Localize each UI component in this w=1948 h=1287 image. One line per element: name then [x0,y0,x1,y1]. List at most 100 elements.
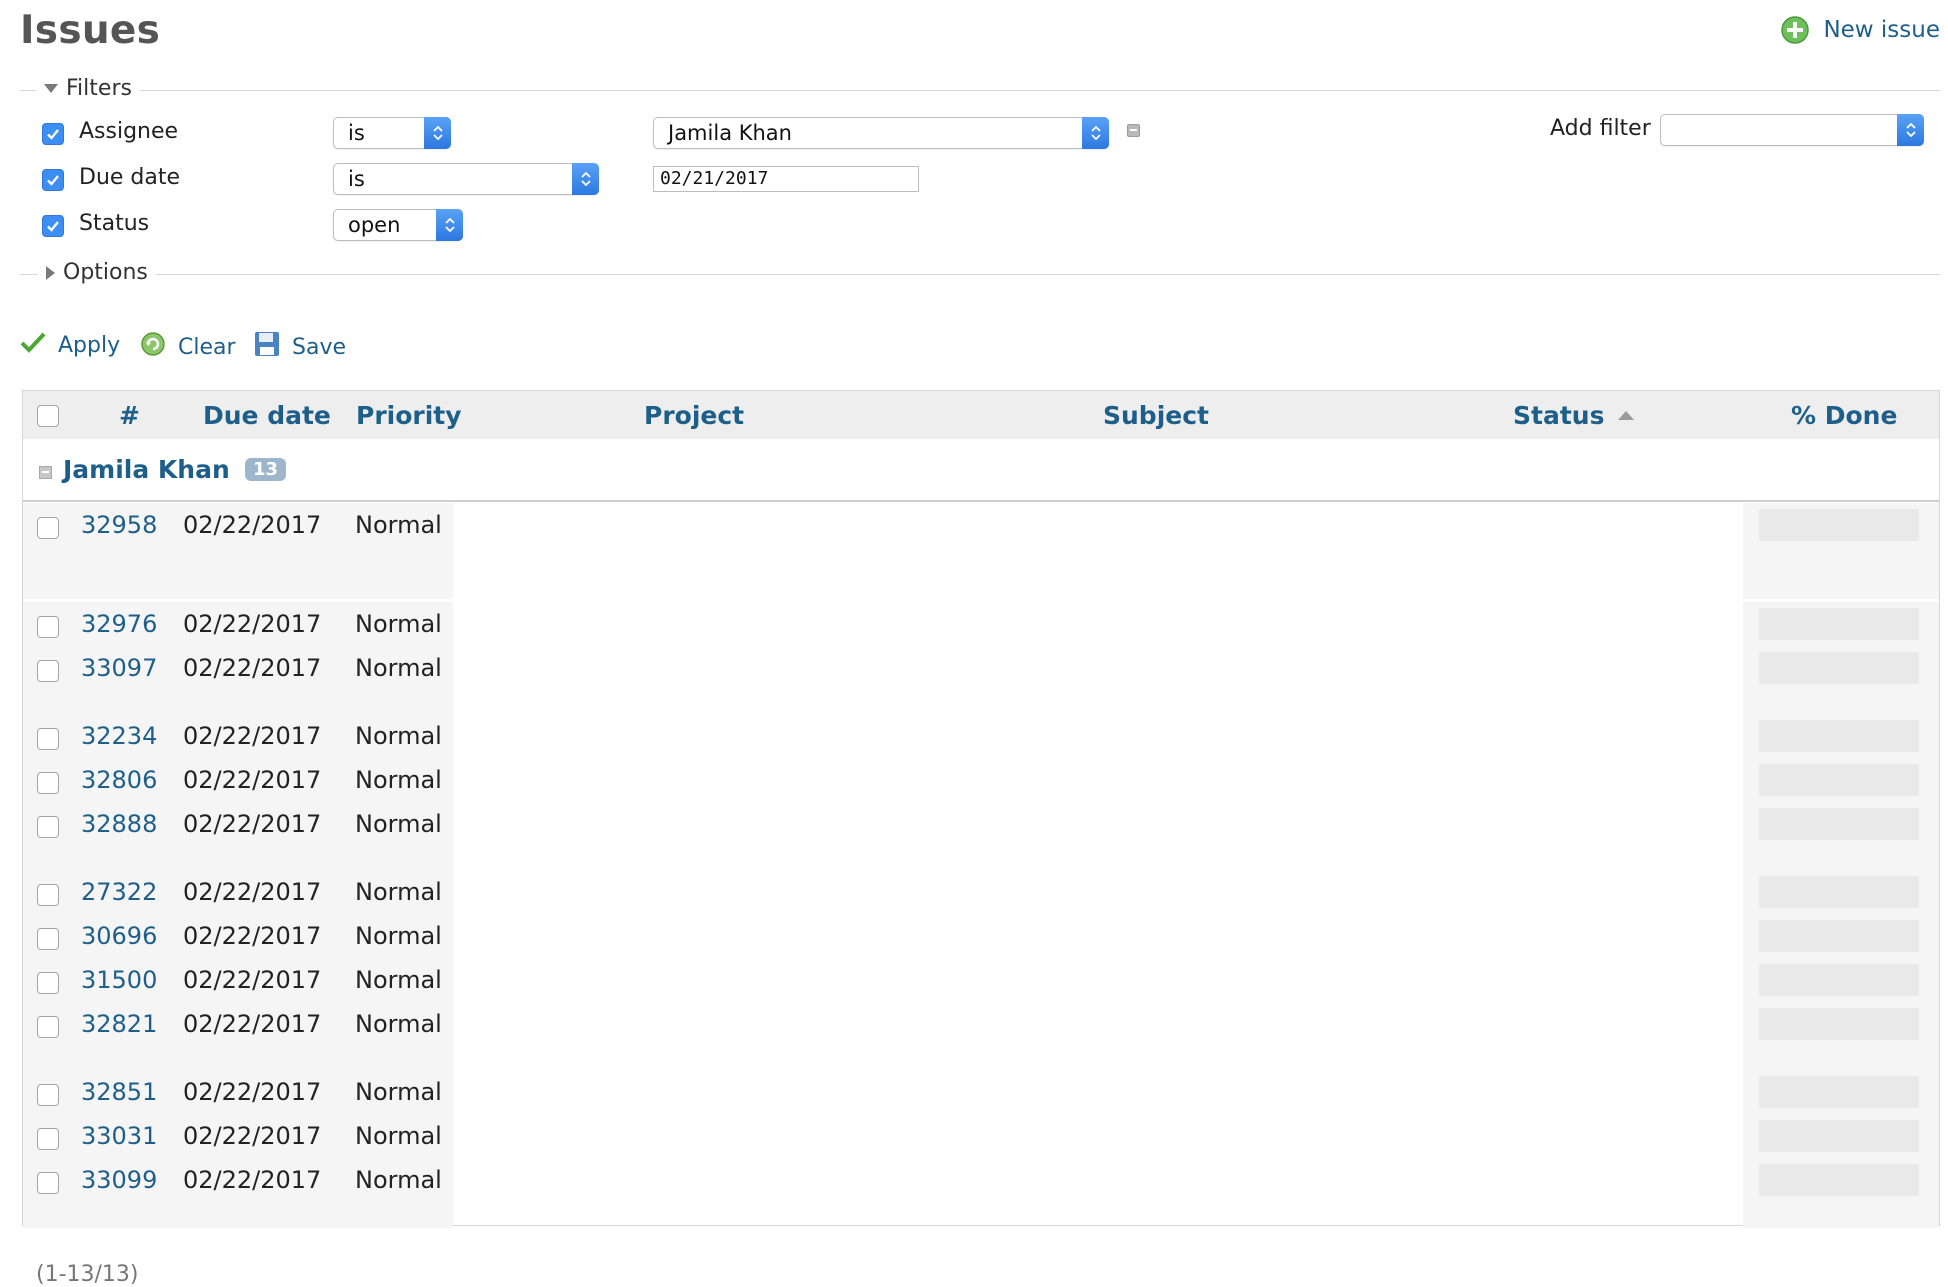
table-header: # Due date Priority Project Subject Stat… [23,391,1939,440]
table-row[interactable]: 33097 02/22/2017 Normal [23,646,1939,714]
issue-priority: Normal [355,1122,442,1150]
due-date-filter-checkbox[interactable] [42,169,64,191]
page-title: Issues [20,8,161,53]
column-header-project[interactable]: Project [644,401,744,430]
issue-due-date: 02/22/2017 [183,922,322,950]
column-header-status-label: Status [1513,401,1605,430]
due-date-filter-label: Due date [79,165,181,190]
due-date-operator-select[interactable]: is [333,163,599,195]
table-row[interactable]: 31500 02/22/2017 Normal [23,958,1939,1002]
issue-id-link[interactable]: 32888 [81,810,157,838]
issue-priority: Normal [355,511,442,539]
add-filter-label: Add filter [1550,116,1651,141]
issue-id-link[interactable]: 30696 [81,922,157,950]
column-header-status[interactable]: Status [1513,401,1635,430]
filters-divider [20,90,1940,91]
done-progress-bar [1759,1120,1919,1152]
issue-due-date: 02/22/2017 [183,878,322,906]
assignee-filter-checkbox[interactable] [42,123,64,145]
table-row[interactable]: 32851 02/22/2017 Normal [23,1070,1939,1114]
save-button[interactable]: Save [254,331,346,363]
options-legend[interactable]: Options [38,260,156,285]
issue-id-link[interactable]: 33097 [81,654,157,682]
due-date-input[interactable]: 02/21/2017 [653,166,919,192]
add-filter-select[interactable] [1660,114,1924,146]
issue-id-link[interactable]: 33099 [81,1166,157,1194]
done-progress-bar [1759,608,1919,640]
done-progress-bar [1759,1164,1919,1196]
issue-id-link[interactable]: 32976 [81,610,157,638]
row-checkbox[interactable] [37,816,59,838]
table-row[interactable]: 32806 02/22/2017 Normal [23,758,1939,802]
issue-due-date: 02/22/2017 [183,1166,322,1194]
done-progress-bar [1759,720,1919,752]
chevron-updown-icon [572,163,599,195]
row-checkbox[interactable] [37,1016,59,1038]
table-row[interactable]: 30696 02/22/2017 Normal [23,914,1939,958]
table-row[interactable]: 33099 02/22/2017 Normal [23,1158,1939,1228]
row-checkbox[interactable] [37,517,59,539]
status-operator-value: open [348,213,401,237]
column-header-id[interactable]: # [119,401,140,430]
save-icon [254,331,280,363]
table-row[interactable]: 32234 02/22/2017 Normal [23,714,1939,758]
row-checkbox[interactable] [37,616,59,638]
reload-icon [140,331,166,363]
row-checkbox[interactable] [37,660,59,682]
status-operator-select[interactable]: open [333,209,463,241]
row-checkbox[interactable] [37,1172,59,1194]
assignee-operator-select[interactable]: is [333,117,451,149]
issue-id-link[interactable]: 32806 [81,766,157,794]
assignee-value-select[interactable]: Jamila Khan [653,117,1109,149]
done-progress-bar [1759,920,1919,952]
assignee-operator-value: is [348,121,365,145]
select-all-checkbox[interactable] [37,405,59,427]
issue-id-link[interactable]: 32958 [81,511,157,539]
issue-due-date: 02/22/2017 [183,722,322,750]
issue-id-link[interactable]: 31500 [81,966,157,994]
issue-id-link[interactable]: 33031 [81,1122,157,1150]
column-header-subject[interactable]: Subject [1103,401,1209,430]
issue-due-date: 02/22/2017 [183,654,322,682]
toggle-multiselect-icon[interactable] [1127,124,1140,137]
row-checkbox[interactable] [37,1128,59,1150]
issue-priority: Normal [355,1078,442,1106]
collapse-group-icon[interactable] [39,466,52,479]
table-row[interactable]: 32888 02/22/2017 Normal [23,802,1939,870]
row-checkbox[interactable] [37,928,59,950]
clear-button[interactable]: Clear [140,331,236,363]
issue-id-link[interactable]: 27322 [81,878,157,906]
filters-legend[interactable]: Filters [36,76,140,101]
issue-priority: Normal [355,922,442,950]
issue-due-date: 02/22/2017 [183,1010,322,1038]
row-checkbox[interactable] [37,772,59,794]
chevron-updown-icon [436,209,463,241]
pagination-summary: (1-13/13) [36,1262,139,1287]
issue-priority: Normal [355,766,442,794]
table-row[interactable]: 32821 02/22/2017 Normal [23,1002,1939,1070]
new-issue-link[interactable]: New issue [1781,16,1940,44]
table-row[interactable]: 32958 02/22/2017 Normal [23,503,1939,599]
row-checkbox[interactable] [37,972,59,994]
issue-due-date: 02/22/2017 [183,1122,322,1150]
table-row[interactable]: 27322 02/22/2017 Normal [23,870,1939,914]
issue-id-link[interactable]: 32234 [81,722,157,750]
apply-button[interactable]: Apply [20,331,120,359]
column-header-done[interactable]: % Done [1791,401,1897,430]
column-header-priority[interactable]: Priority [356,401,462,430]
issue-id-link[interactable]: 32851 [81,1078,157,1106]
due-date-operator-value: is [348,167,365,191]
table-row[interactable]: 33031 02/22/2017 Normal [23,1114,1939,1158]
group-name[interactable]: Jamila Khan [63,455,230,484]
row-checkbox[interactable] [37,884,59,906]
issue-id-link[interactable]: 32821 [81,1010,157,1038]
apply-label: Apply [58,332,121,358]
status-filter-checkbox[interactable] [42,215,64,237]
group-row: Jamila Khan 13 [23,439,1939,502]
row-checkbox[interactable] [37,728,59,750]
clear-label: Clear [178,334,236,360]
issue-priority: Normal [355,1166,442,1194]
table-row[interactable]: 32976 02/22/2017 Normal [23,602,1939,646]
row-checkbox[interactable] [37,1084,59,1106]
column-header-due-date[interactable]: Due date [203,401,331,430]
